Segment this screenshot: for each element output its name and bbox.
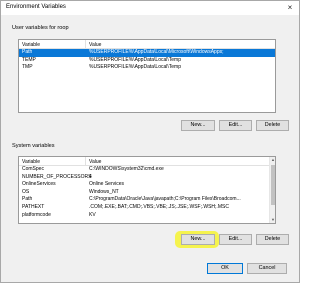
variable-name: NUMBER_OF_PROCESSORS xyxy=(22,173,92,180)
table-row[interactable]: OS Windows_NT xyxy=(19,189,275,197)
variable-value: Windows_NT xyxy=(89,188,119,195)
column-header-value[interactable]: Value xyxy=(89,159,101,165)
table-row[interactable]: ComSpec C:\WINDOWS\system32\cmd.exe xyxy=(19,166,275,174)
variable-value: Online Services xyxy=(89,181,125,188)
variable-value: C:\WINDOWS\system32\cmd.exe xyxy=(89,166,164,172)
variable-name: OnlineServices xyxy=(22,181,56,188)
ok-button[interactable]: OK xyxy=(207,263,243,274)
variable-value: 4 xyxy=(89,173,92,180)
table-row[interactable]: Path %USERPROFILE%\AppData\Local\Microso… xyxy=(19,49,275,57)
table-header: Variable Value xyxy=(19,40,275,49)
variable-name: platformcode xyxy=(22,211,51,218)
cancel-button[interactable]: Cancel xyxy=(247,263,287,274)
title-bar: Environment Variables × xyxy=(1,1,299,15)
window-title: Environment Variables xyxy=(6,4,66,10)
scroll-thumb[interactable] xyxy=(271,165,275,205)
column-header-variable[interactable]: Variable xyxy=(22,42,40,48)
system-edit-button[interactable]: Edit... xyxy=(219,234,252,245)
variable-value: .COM;.EXE;.BAT;.CMD;.VBS;.VBE;.JS;.JSE;.… xyxy=(89,203,229,210)
variable-name: TEMP xyxy=(22,56,36,63)
user-delete-button[interactable]: Delete xyxy=(256,120,289,131)
user-new-button[interactable]: New... xyxy=(181,120,215,131)
system-variables-label: System variables xyxy=(12,143,55,149)
user-variables-label: User variables for roop xyxy=(12,25,69,31)
variable-value: %USERPROFILE%\AppData\Local\Microsoft\Wi… xyxy=(89,49,224,55)
table-header: Variable Value xyxy=(19,157,275,166)
vertical-scrollbar[interactable]: ▲ ▼ xyxy=(269,157,275,223)
table-row[interactable]: Path C:\ProgramData\Oracle\Java\javapath… xyxy=(19,196,275,204)
table-row[interactable]: TMP %USERPROFILE%\AppData\Local\Temp xyxy=(19,64,275,72)
variable-name: TMP xyxy=(22,64,33,71)
variable-name: Path xyxy=(22,49,33,55)
user-variables-table: Variable Value Path %USERPROFILE%\AppDat… xyxy=(18,39,276,113)
variable-value: %USERPROFILE%\AppData\Local\Temp xyxy=(89,64,181,71)
variable-name: PATHEXT xyxy=(22,203,45,210)
close-icon[interactable]: × xyxy=(285,3,295,13)
scroll-up-icon[interactable]: ▲ xyxy=(270,157,275,163)
table-row[interactable]: PATHEXT .COM;.EXE;.BAT;.CMD;.VBS;.VBE;.J… xyxy=(19,204,275,212)
table-row[interactable]: NUMBER_OF_PROCESSORS 4 xyxy=(19,174,275,182)
system-new-button[interactable]: New... xyxy=(181,234,215,245)
variable-name: Path xyxy=(22,196,33,203)
system-delete-button[interactable]: Delete xyxy=(256,234,289,245)
environment-variables-dialog: Environment Variables × User variables f… xyxy=(0,0,300,283)
system-variables-table: Variable Value ComSpec C:\WINDOWS\system… xyxy=(18,156,276,224)
variable-name: ComSpec xyxy=(22,166,44,172)
variable-value: KV xyxy=(89,211,96,218)
scroll-down-icon[interactable]: ▼ xyxy=(270,217,275,223)
table-row[interactable]: TEMP %USERPROFILE%\AppData\Local\Temp xyxy=(19,57,275,65)
variable-name: OS xyxy=(22,188,30,195)
table-row[interactable]: OnlineServices Online Services xyxy=(19,181,275,189)
variable-value: C:\ProgramData\Oracle\Java\javapath;C:\P… xyxy=(89,196,241,203)
variable-value: %USERPROFILE%\AppData\Local\Temp xyxy=(89,56,181,63)
column-header-variable[interactable]: Variable xyxy=(22,159,40,165)
user-edit-button[interactable]: Edit... xyxy=(219,120,252,131)
column-header-value[interactable]: Value xyxy=(89,42,101,48)
table-row[interactable]: platformcode KV xyxy=(19,212,275,220)
